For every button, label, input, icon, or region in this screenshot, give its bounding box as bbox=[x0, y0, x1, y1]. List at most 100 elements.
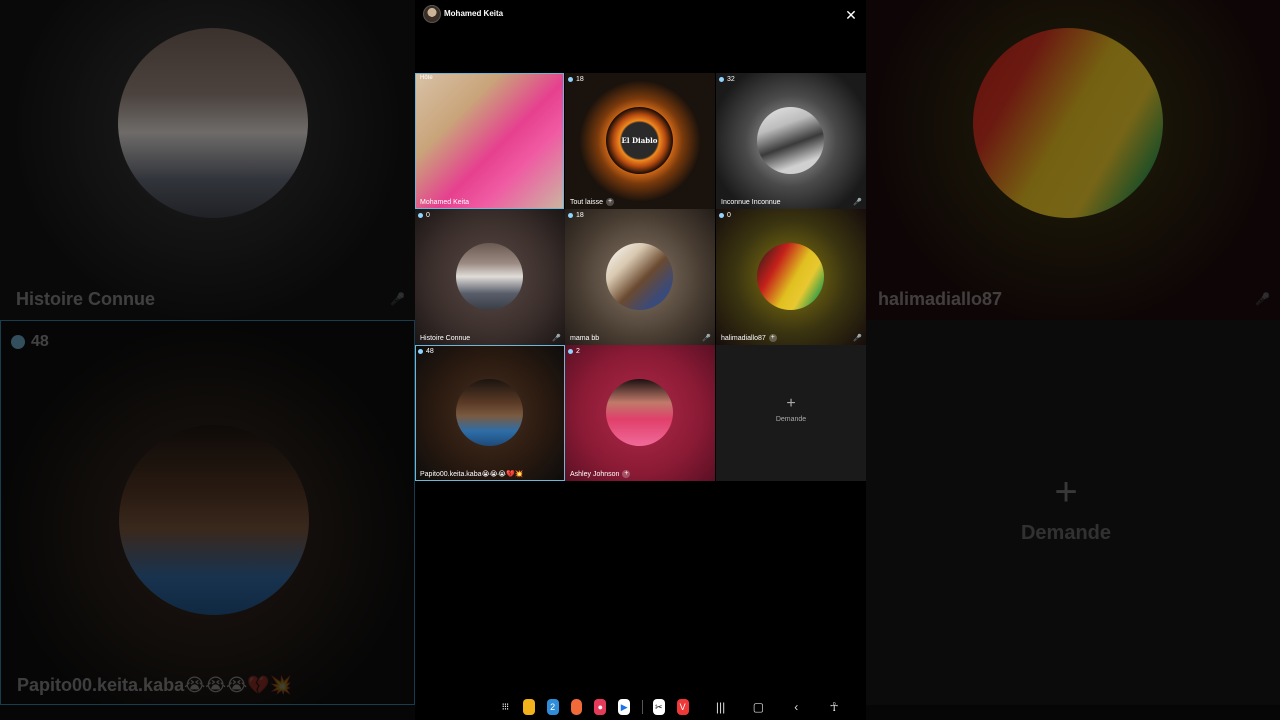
guest-name: Mohamed Keita bbox=[420, 199, 469, 206]
guest-name: Ashley Johnson + bbox=[570, 470, 631, 478]
contacts-icon[interactable] bbox=[570, 699, 583, 715]
avatar bbox=[757, 243, 824, 310]
listener-icon bbox=[568, 349, 573, 354]
taskbar: ⁝⁝⁝ 2 ● ▶ ✂ V ||| ▢ ‹ ☥ bbox=[415, 694, 866, 720]
follow-plus-icon[interactable]: + bbox=[622, 470, 631, 478]
listener-icon bbox=[11, 335, 25, 349]
apps-grid-icon[interactable]: ⁝⁝⁝ bbox=[499, 699, 511, 715]
avatar bbox=[606, 379, 673, 446]
background-name: Papito00.keita.kaba😭😭😭💔💥 bbox=[17, 675, 293, 695]
background-name: halimadiallo87 bbox=[878, 289, 1003, 309]
listener-count: 2 bbox=[568, 348, 580, 355]
accessibility-icon[interactable]: ☥ bbox=[828, 700, 840, 714]
mic-muted-icon: 🎤 bbox=[702, 335, 711, 342]
files-icon[interactable] bbox=[522, 699, 535, 715]
avatar bbox=[118, 28, 308, 218]
listener-count: 0 bbox=[719, 212, 731, 219]
avatar bbox=[973, 28, 1163, 218]
avatar-logo-text: El Diablo bbox=[621, 136, 658, 145]
guest-name-text: mama bb bbox=[570, 335, 600, 342]
listener-count: 18 bbox=[568, 76, 584, 83]
background-tile-papito: 48 Papito00.keita.kaba😭😭😭💔💥 bbox=[0, 320, 415, 705]
avatar bbox=[119, 425, 309, 615]
host-badge: Hôte bbox=[420, 75, 433, 81]
listener-count-value: 0 bbox=[727, 212, 731, 219]
background-right-panel: halimadiallo87 🎤 + Demande bbox=[866, 0, 1280, 720]
listener-count-value: 2 bbox=[576, 348, 580, 355]
guest-name: Inconnue Inconnue bbox=[721, 199, 781, 206]
guest-tile[interactable]: 48 Papito00.keita.kaba😭😭😭💔💥 bbox=[415, 345, 565, 481]
guest-name-text: halimadiallo87 bbox=[721, 334, 766, 342]
listener-count-value: 0 bbox=[426, 212, 430, 219]
background-left-panel: Histoire Connue 🎤 48 Papito00.keita.kaba… bbox=[0, 0, 415, 720]
guest-name-text: Mohamed Keita bbox=[420, 199, 470, 206]
guest-tile[interactable]: 18 El Diablo Tout laisse + bbox=[565, 73, 715, 209]
close-icon: ✕ bbox=[845, 7, 857, 23]
background-count: 48 bbox=[11, 333, 49, 351]
camera-icon[interactable]: ● bbox=[594, 699, 607, 715]
home-icon[interactable]: ▢ bbox=[752, 700, 764, 714]
avatar bbox=[456, 243, 523, 310]
listener-count-value: 18 bbox=[576, 212, 584, 219]
avatar: El Diablo bbox=[606, 107, 673, 174]
follow-plus-icon[interactable]: + bbox=[768, 334, 777, 342]
listener-icon bbox=[719, 213, 724, 218]
guest-tile[interactable]: 0 halimadiallo87 + 🎤 bbox=[716, 209, 866, 345]
listener-count: 48 bbox=[418, 348, 434, 355]
avatar bbox=[606, 243, 673, 310]
request-slot-button[interactable]: + Demande bbox=[716, 345, 866, 481]
mic-muted-icon: 🎤 bbox=[853, 335, 862, 342]
background-tile-histoire-connue: Histoire Connue 🎤 bbox=[0, 0, 415, 320]
close-button[interactable]: ✕ bbox=[842, 6, 860, 24]
host-avatar[interactable] bbox=[423, 5, 441, 23]
listener-count-value: 32 bbox=[727, 76, 735, 83]
recents-icon[interactable]: ||| bbox=[715, 700, 727, 714]
listener-count-value: 48 bbox=[426, 348, 434, 355]
listener-icon bbox=[418, 349, 423, 354]
guest-name-text: Inconnue Inconnue bbox=[721, 199, 781, 206]
guest-name-text: Histoire Connue bbox=[420, 335, 471, 342]
listener-count-value: 18 bbox=[576, 76, 584, 83]
plus-icon: + bbox=[1054, 470, 1078, 514]
request-label: Demande bbox=[775, 416, 807, 423]
vivaldi-icon[interactable]: V bbox=[676, 699, 689, 715]
guest-name: Tout laisse + bbox=[570, 198, 615, 206]
mic-muted-icon: 🎤 bbox=[1255, 292, 1270, 306]
avatar bbox=[456, 379, 523, 446]
listener-icon bbox=[568, 77, 573, 82]
guest-name-text: Ashley Johnson bbox=[570, 470, 620, 478]
background-count-value: 48 bbox=[31, 333, 49, 350]
plus-icon: + bbox=[786, 395, 796, 412]
listener-count: 0 bbox=[418, 212, 430, 219]
mic-muted-icon: 🎤 bbox=[853, 199, 862, 206]
guest-tile[interactable]: 18 mama bb 🎤 bbox=[565, 209, 715, 345]
follow-plus-icon[interactable]: + bbox=[606, 198, 615, 206]
avatar bbox=[757, 107, 824, 174]
guest-tile[interactable]: 2 Ashley Johnson + bbox=[565, 345, 715, 481]
guest-tile-host[interactable]: Hôte Mohamed Keita bbox=[415, 73, 564, 209]
mic-muted-icon: 🎤 bbox=[390, 292, 405, 306]
play-store-icon[interactable]: ▶ bbox=[618, 699, 631, 715]
guest-tile[interactable]: 32 Inconnue Inconnue 🎤 bbox=[716, 73, 866, 209]
top-bar: Mohamed Keita ✕ bbox=[415, 0, 866, 30]
guest-name: mama bb bbox=[570, 335, 599, 342]
listener-icon bbox=[719, 77, 724, 82]
guest-grid: Hôte Mohamed Keita 18 El Diablo Tout lai… bbox=[415, 73, 866, 481]
guest-name: halimadiallo87 + bbox=[721, 334, 777, 342]
capcut-icon[interactable]: ✂ bbox=[652, 699, 665, 715]
listener-icon bbox=[568, 213, 573, 218]
guest-name-text: Papito00.keita.kaba😭😭😭💔💥 bbox=[420, 471, 524, 478]
guest-tile[interactable]: 0 Histoire Connue 🎤 bbox=[415, 209, 565, 345]
mic-muted-icon: 🎤 bbox=[552, 335, 561, 342]
background-name: Histoire Connue bbox=[16, 289, 156, 309]
back-icon[interactable]: ‹ bbox=[790, 700, 802, 714]
background-demande-label: Demande bbox=[1020, 522, 1112, 544]
background-tile-halimadiallo: halimadiallo87 🎤 bbox=[866, 0, 1280, 320]
background-tile-demande: + Demande bbox=[866, 320, 1280, 705]
apps-grid-glyph: ⁝⁝⁝ bbox=[501, 701, 509, 713]
guest-name: Histoire Connue bbox=[420, 335, 470, 342]
live-room: Mohamed Keita ✕ Hôte Mohamed Keita 18 El… bbox=[415, 0, 866, 720]
calendar-icon[interactable]: 2 bbox=[546, 699, 559, 715]
listener-count: 32 bbox=[719, 76, 735, 83]
listener-count: 18 bbox=[568, 212, 584, 219]
